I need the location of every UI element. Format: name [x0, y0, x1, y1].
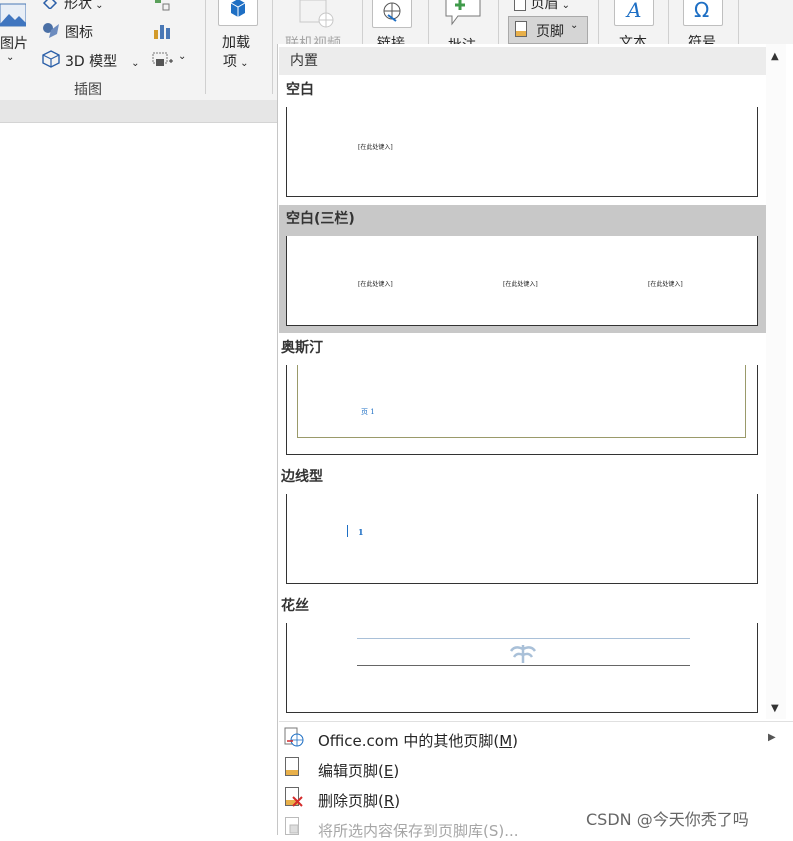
placeholder-text: [在此处键入] [358, 281, 393, 288]
save-to-gallery-icon [285, 817, 303, 835]
header-icon [514, 0, 526, 11]
menu-text: 删除页脚( [318, 792, 384, 810]
filigree-line-top [357, 638, 690, 639]
chevron-down-icon: ⌄ [92, 0, 104, 11]
chart-icon[interactable] [153, 22, 171, 40]
header-button[interactable]: 页眉 ⌄ [514, 0, 570, 13]
group-divider [428, 0, 429, 44]
filigree-ornament-icon [507, 643, 539, 665]
footer-label[interactable]: 页脚 [536, 21, 564, 41]
menu-separator [279, 721, 793, 722]
menu-text: ) [393, 762, 400, 780]
comment-icon[interactable] [444, 0, 482, 28]
access-key: R [383, 792, 395, 810]
more-footers-from-office-menu-item[interactable]: Office.com 中的其他页脚(M) [318, 730, 518, 751]
group-divider [498, 0, 499, 44]
add-ins-label-line1[interactable]: 加载 [222, 32, 250, 52]
smartart-icon[interactable] [153, 0, 171, 11]
illustrations-group-label: 插图 [74, 82, 102, 98]
group-divider [272, 0, 273, 94]
group-divider [205, 0, 206, 94]
placeholder-text: [在此处键入] [648, 281, 683, 288]
edit-footer-menu-item[interactable]: 编辑页脚(E) [318, 760, 399, 781]
scroll-down-arrow-icon[interactable]: ▼ [771, 703, 779, 714]
group-divider [598, 0, 599, 44]
text-box-icon[interactable]: A [614, 0, 654, 26]
svg-text:Ω: Ω [694, 0, 709, 22]
document-canvas[interactable] [0, 123, 278, 835]
footer-preview-blank[interactable]: [在此处键入] [286, 107, 758, 197]
ruler-strip [0, 100, 278, 123]
chevron-down-icon: ⌄ [558, 0, 571, 11]
footer-preview-sideline[interactable]: 1 [286, 494, 758, 584]
gallery-scrollbar[interactable] [766, 44, 786, 719]
csdn-watermark: CSDN @今天你秃了吗 [586, 810, 749, 829]
header-label: 页眉 [530, 0, 559, 12]
shapes-icon[interactable] [42, 0, 60, 11]
shapes-button[interactable]: 形状 ⌄ [64, 0, 104, 13]
screenshot-icon[interactable] [152, 52, 174, 68]
svg-text:A: A [625, 0, 641, 22]
chevron-down-icon[interactable]: ⌄ [178, 51, 186, 62]
link-icon[interactable] [372, 0, 412, 28]
gallery-item-title[interactable]: 奥斯汀 [281, 337, 323, 357]
3d-model-icon[interactable] [42, 50, 60, 68]
add-ins-button[interactable]: 项 ⌄ [223, 51, 249, 71]
remove-footer-menu-item[interactable]: 删除页脚(R) [318, 790, 400, 811]
group-divider [668, 0, 669, 44]
remove-footer-icon [285, 787, 303, 807]
chevron-down-icon: ⌄ [237, 58, 249, 69]
austin-frame [297, 365, 746, 438]
3d-models-button[interactable]: 3D 模型 ⌄ [65, 51, 140, 71]
gallery-item-title[interactable]: 空白(三栏) [286, 208, 355, 228]
group-divider [362, 0, 363, 44]
pictures-button-label[interactable]: 图片 [0, 33, 28, 53]
shapes-label: 形状 [64, 0, 92, 12]
chevron-down-icon[interactable]: ⌄ [570, 20, 578, 31]
menu-text: 编辑页脚( [318, 762, 384, 780]
placeholder-text: [在此处键入] [358, 144, 393, 151]
chevron-down-icon: ⌄ [131, 58, 140, 69]
office-globe-icon [284, 727, 304, 747]
sideline-bar [347, 525, 348, 537]
scroll-up-arrow-icon[interactable]: ▲ [771, 51, 779, 62]
filigree-line-bottom [357, 665, 690, 666]
menu-text: ) [512, 732, 519, 750]
page-number-text: 页 1 [361, 408, 375, 416]
menu-text: Office.com 中的其他页脚( [318, 732, 500, 750]
footer-preview-austin[interactable]: 页 1 [286, 365, 758, 455]
edit-footer-icon [285, 757, 301, 777]
gallery-item-title[interactable]: 边线型 [281, 466, 323, 486]
omega-symbol-icon[interactable]: Ω [683, 0, 723, 26]
footer-preview-filigree[interactable] [286, 623, 758, 713]
submenu-arrow-icon: ▶ [768, 732, 776, 743]
online-video-icon [298, 0, 336, 28]
group-divider [738, 0, 739, 44]
placeholder-text: [在此处键入] [503, 281, 538, 288]
menu-text: ) [394, 792, 401, 810]
pictures-icon[interactable] [0, 2, 27, 28]
pictures-chevron-icon[interactable]: ⌄ [6, 52, 14, 63]
save-selection-to-footer-gallery-menu-item: 将所选内容保存到页脚库(S)... [318, 822, 519, 840]
footer-preview-blank-three-columns[interactable]: [在此处键入] [在此处键入] [在此处键入] [286, 236, 758, 326]
page-number-text: 1 [358, 527, 364, 537]
footer-icon [515, 21, 527, 37]
add-ins-label-line2: 项 [223, 54, 237, 70]
access-key: M [499, 732, 513, 750]
gallery-item-title[interactable]: 花丝 [281, 595, 309, 615]
icons-icon[interactable] [41, 20, 61, 40]
gallery-section-header: 内置 [279, 47, 766, 75]
icons-label[interactable]: 图标 [65, 22, 93, 42]
access-key: E [383, 762, 394, 780]
add-ins-icon[interactable] [218, 0, 258, 26]
3d-models-label: 3D 模型 [65, 54, 118, 70]
gallery-item-title[interactable]: 空白 [286, 79, 314, 99]
